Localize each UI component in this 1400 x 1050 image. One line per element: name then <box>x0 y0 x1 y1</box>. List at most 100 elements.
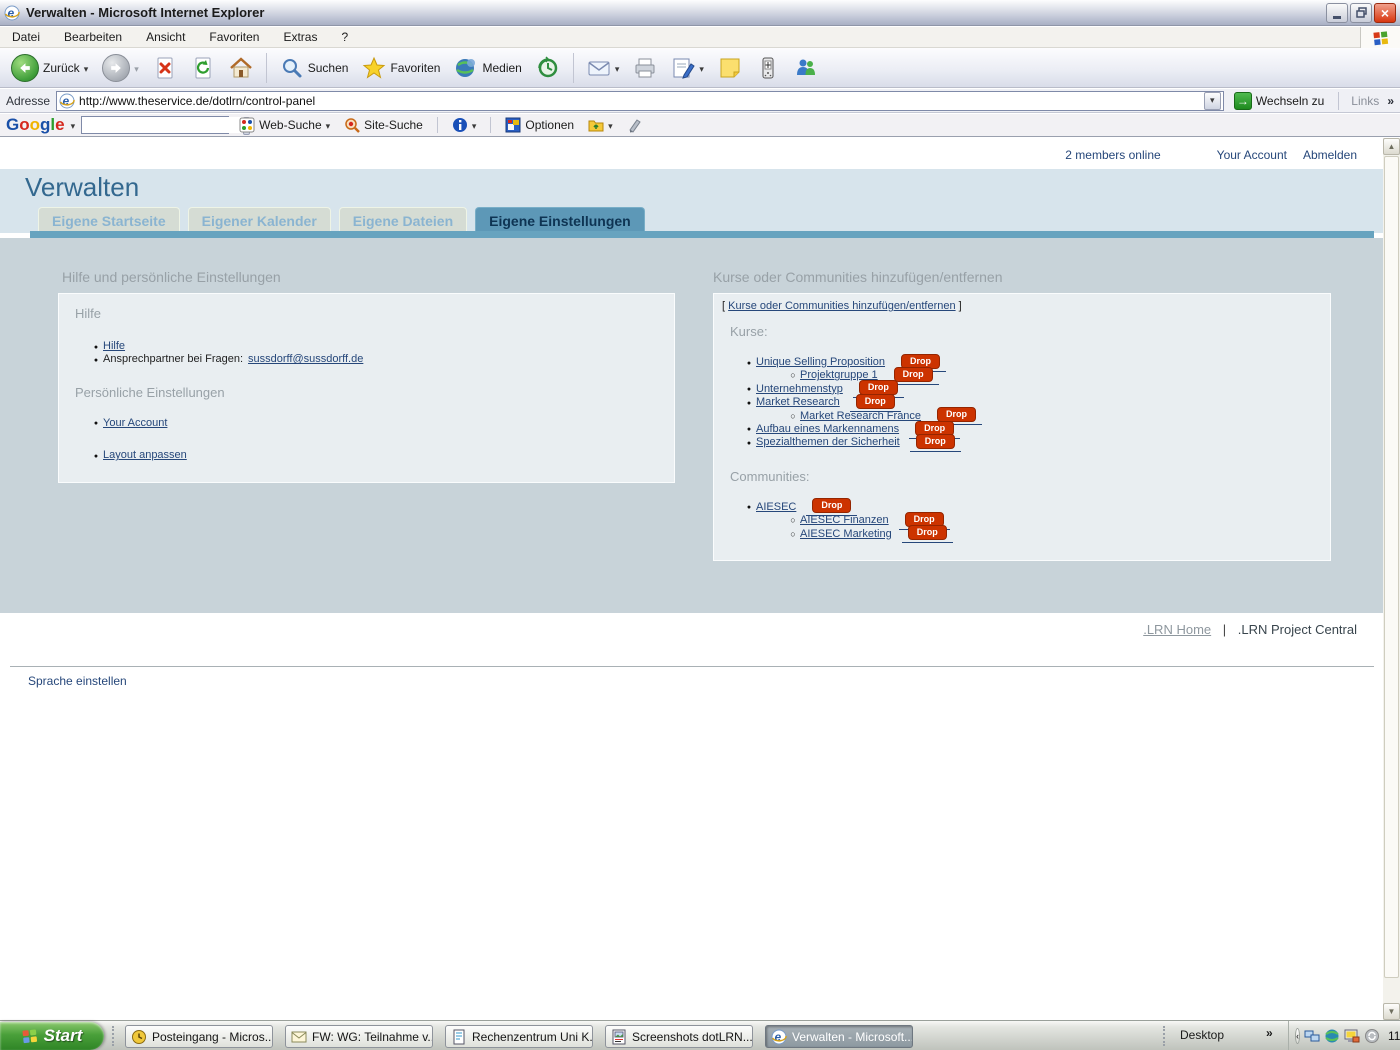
menu-hilfe[interactable]: ? <box>329 28 360 46</box>
address-dropdown-icon[interactable] <box>1204 92 1221 110</box>
search-button[interactable]: Suchen <box>275 53 354 83</box>
scroll-down-icon[interactable]: ▼ <box>1383 1003 1400 1020</box>
address-input[interactable]: e http://www.theservice.de/dotlrn/contro… <box>56 91 1224 111</box>
lrn-home-link[interactable]: .LRN Home <box>1143 622 1211 637</box>
quicklaunch-handle[interactable] <box>112 1026 115 1046</box>
web-search-button[interactable]: Web-Suche <box>235 117 334 133</box>
menu-favoriten[interactable]: Favoriten <box>197 28 271 46</box>
task-mail-message[interactable]: FW: WG: Teilnahme v... <box>285 1025 433 1048</box>
highlighter-button[interactable] <box>623 117 647 133</box>
help-link[interactable]: Hilfe <box>103 340 125 353</box>
back-dropdown-icon[interactable] <box>84 61 89 75</box>
google-search-input[interactable] <box>82 117 243 133</box>
update-tray-icon <box>1364 1028 1380 1044</box>
search-label: Suchen <box>308 61 349 75</box>
course-link[interactable]: Unternehmenstyp <box>756 383 843 396</box>
course-link[interactable]: Market Research France <box>800 410 921 423</box>
list-item: Aufbau eines Markennamens Drop <box>742 423 1322 436</box>
desktop-toolbar-label[interactable]: Desktop <box>1180 1028 1224 1042</box>
scroll-up-icon[interactable]: ▲ <box>1383 138 1400 155</box>
task-verwalten-active[interactable]: e Verwalten - Microsoft... <box>765 1025 913 1048</box>
your-account-link[interactable]: Your Account <box>1217 148 1287 162</box>
task-screenshots[interactable]: Screenshots dotLRN.... <box>605 1025 753 1048</box>
options-button[interactable]: Optionen <box>501 117 578 133</box>
home-button[interactable] <box>224 53 258 83</box>
messenger-button[interactable] <box>789 53 823 83</box>
menu-datei[interactable]: Datei <box>0 28 52 46</box>
go-arrow-icon: → <box>1234 92 1252 110</box>
your-account-settings-link[interactable]: Your Account <box>103 417 167 430</box>
manage-link-row: [ Kurse oder Communities hinzufügen/entf… <box>722 300 1322 312</box>
course-link[interactable]: Spezialthemen der Sicherheit <box>756 436 900 449</box>
history-button[interactable] <box>531 53 565 83</box>
forward-button[interactable] <box>97 51 144 85</box>
go-button[interactable]: → Wechseln zu <box>1230 91 1328 111</box>
course-link[interactable]: Unique Selling Proposition <box>756 356 885 369</box>
layout-link[interactable]: Layout anpassen <box>103 449 187 462</box>
taskbar-clock[interactable]: 11:16 <box>1388 1029 1400 1043</box>
task-rechenzentrum[interactable]: Rechenzentrum Uni K... <box>445 1025 593 1048</box>
community-link[interactable]: AIESEC <box>756 501 796 514</box>
links-label[interactable]: Links <box>1349 94 1381 108</box>
vertical-scrollbar[interactable]: ▲ ▼ <box>1383 138 1400 1020</box>
google-search-box[interactable] <box>81 116 229 134</box>
back-button[interactable]: Zurück <box>6 51 93 85</box>
tab-eigene-einstellungen[interactable]: Eigene Einstellungen <box>475 207 645 233</box>
page-info-button[interactable] <box>448 117 481 133</box>
language-link[interactable]: Sprache einstellen <box>28 674 127 688</box>
minimize-button[interactable] <box>1326 3 1348 23</box>
edit-dropdown-icon[interactable] <box>699 61 704 75</box>
mail-button[interactable] <box>582 53 625 83</box>
scrollbar-thumb[interactable] <box>1384 156 1399 978</box>
community-link[interactable]: AIESEC Marketing <box>800 528 892 541</box>
menu-ansicht[interactable]: Ansicht <box>134 28 197 46</box>
google-logo-dropdown-icon[interactable] <box>71 116 76 134</box>
print-button[interactable] <box>628 53 662 83</box>
menu-bearbeiten[interactable]: Bearbeiten <box>52 28 134 46</box>
tab-eigene-dateien[interactable]: Eigene Dateien <box>339 207 467 233</box>
restore-button[interactable] <box>1350 3 1372 23</box>
start-button[interactable]: Start <box>0 1022 104 1050</box>
favorites-button[interactable]: Favoriten <box>357 53 445 83</box>
edit-button[interactable] <box>666 53 709 83</box>
refresh-button[interactable] <box>186 53 220 83</box>
back-label: Zurück <box>43 61 80 75</box>
tab-underline-bar <box>30 231 1374 238</box>
google-logo[interactable]: Google <box>6 115 65 135</box>
mail-dropdown-icon[interactable] <box>615 61 620 75</box>
tray-collapse-icon[interactable]: ‹ <box>1295 1028 1300 1044</box>
personal-settings-heading: Persönliche Einstellungen <box>75 385 658 400</box>
task-posteingang[interactable]: Posteingang - Micros... <box>125 1025 273 1048</box>
mobile-button[interactable] <box>751 53 785 83</box>
folder-up-button[interactable] <box>584 117 617 133</box>
links-chevron-icon[interactable]: » <box>1387 94 1394 108</box>
address-url: http://www.theservice.de/dotlrn/control-… <box>79 94 1200 108</box>
course-link[interactable]: Market Research <box>756 396 840 409</box>
logout-link[interactable]: Abmelden <box>1303 148 1357 162</box>
drop-button[interactable]: Drop <box>908 525 947 540</box>
info-dropdown-icon[interactable] <box>472 118 477 132</box>
desktop-chevron-icon[interactable]: » <box>1266 1026 1273 1040</box>
tab-eigener-kalender[interactable]: Eigener Kalender <box>188 207 331 233</box>
web-search-dropdown-icon[interactable] <box>326 118 331 132</box>
folder-dropdown-icon[interactable] <box>608 118 613 132</box>
media-button[interactable]: Medien <box>449 53 526 83</box>
forward-dropdown-icon[interactable] <box>134 61 139 75</box>
site-search-button[interactable]: Site-Suche <box>340 117 427 133</box>
tab-eigene-startseite[interactable]: Eigene Startseite <box>38 207 180 233</box>
stop-button[interactable] <box>148 53 182 83</box>
drop-button[interactable]: Drop <box>916 434 955 449</box>
list-item: Ansprechpartner bei Fragen: sussdorff@su… <box>89 353 658 366</box>
contact-email-link[interactable]: sussdorff@sussdorff.de <box>248 353 363 366</box>
manage-courses-link[interactable]: Kurse oder Communities hinzufügen/entfer… <box>728 300 955 312</box>
back-icon <box>11 54 39 82</box>
lrn-project-central-link[interactable]: .LRN Project Central <box>1238 622 1357 637</box>
discuss-button[interactable] <box>713 53 747 83</box>
desktop-toolbar-handle[interactable] <box>1163 1026 1166 1046</box>
course-link[interactable]: Aufbau eines Markennamens <box>756 423 899 436</box>
drop-button[interactable]: Drop <box>812 498 851 513</box>
menu-extras[interactable]: Extras <box>271 28 329 46</box>
community-link[interactable]: AIESEC Finanzen <box>800 514 889 527</box>
close-button[interactable]: × <box>1374 3 1396 23</box>
drop-button[interactable]: Drop <box>856 394 895 409</box>
